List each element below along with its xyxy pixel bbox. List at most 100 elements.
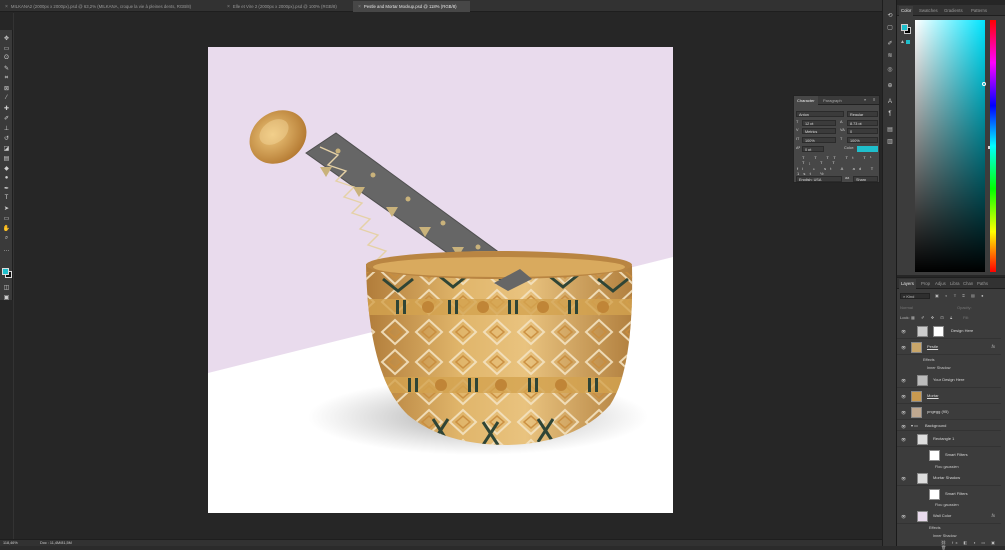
- stamp-tool-icon[interactable]: ⊥: [2, 124, 11, 132]
- marquee-tool-icon[interactable]: ▭: [2, 44, 11, 52]
- tab-pestle-mortar[interactable]: × Pestle and Mortar Mockup.psd @ 118% (RG…: [353, 1, 470, 12]
- layer-row[interactable]: 👁︎ Pestle fx: [897, 340, 1001, 355]
- tab-properties[interactable]: Prop: [919, 279, 932, 289]
- tab-character[interactable]: Character: [794, 96, 818, 105]
- close-icon[interactable]: ×: [5, 4, 8, 10]
- layer-row[interactable]: 👁︎ Your Design Here: [897, 373, 1001, 388]
- layer-row[interactable]: 👁︎ pngegg (95): [897, 405, 1001, 420]
- tab-color[interactable]: Color: [899, 6, 914, 16]
- eyedropper-icon[interactable]: ⁄: [2, 94, 11, 102]
- layer-row[interactable]: 👁︎ Mortar Shadow: [897, 471, 1001, 486]
- web-safe-swatch[interactable]: [906, 40, 910, 44]
- libraries-icon[interactable]: ▥: [886, 138, 894, 145]
- font-style-select[interactable]: Regular: [847, 111, 878, 117]
- dodge-tool-icon[interactable]: ●: [2, 174, 11, 182]
- color-mode-icon[interactable]: ▲: [900, 39, 905, 45]
- layer-filter-icons[interactable]: ▣ ◐ T ⌗ ▤ ●: [935, 293, 986, 298]
- font-size-field[interactable]: 12 pt: [802, 120, 836, 126]
- opentype-buttons[interactable]: fi ℴ st A ad T 1st ½: [797, 166, 879, 176]
- tab-paragraph[interactable]: Paragraph: [820, 96, 845, 105]
- baseline-shift-field[interactable]: 0 pt: [802, 146, 824, 152]
- foreground-color-swatch[interactable]: [2, 268, 9, 275]
- layer-row[interactable]: 👁︎ Wall Color fx: [897, 509, 1001, 524]
- visibility-eye-icon[interactable]: 👁︎: [901, 514, 906, 519]
- quick-mask-icon[interactable]: ◫: [2, 283, 11, 291]
- adjustments-icon[interactable]: ≋: [886, 52, 894, 59]
- language-select[interactable]: English: USA: [796, 176, 842, 182]
- pen-tool-icon[interactable]: ✒: [2, 184, 11, 192]
- visibility-eye-icon[interactable]: 👁︎: [901, 476, 906, 481]
- tracking-field[interactable]: 0: [847, 128, 878, 134]
- hand-tool-icon[interactable]: ✋: [2, 224, 11, 232]
- visibility-eye-icon[interactable]: 👁︎: [901, 410, 906, 415]
- crop-tool-icon[interactable]: ⌗: [2, 74, 11, 82]
- blend-mode-select[interactable]: Normal: [900, 305, 940, 310]
- navigator-icon[interactable]: ◎: [886, 66, 894, 73]
- paragraph-icon[interactable]: ¶: [886, 110, 894, 117]
- visibility-eye-icon[interactable]: 👁︎: [901, 345, 906, 350]
- properties-icon[interactable]: ▤: [886, 126, 894, 133]
- visibility-eye-icon[interactable]: 👁︎: [901, 394, 906, 399]
- close-icon[interactable]: ×: [358, 4, 361, 10]
- leading-field[interactable]: 8,73 pt: [847, 120, 878, 126]
- shape-tool-icon[interactable]: ▭: [2, 214, 11, 222]
- healing-brush-icon[interactable]: ✚: [2, 104, 11, 112]
- history-brush-icon[interactable]: ↺: [2, 134, 11, 142]
- panel-menu-icon[interactable]: ≡: [873, 97, 875, 102]
- faux-style-buttons[interactable]: T T TT Tt T¹ T₁ T T: [802, 155, 879, 165]
- history-icon[interactable]: ⟲: [886, 12, 894, 19]
- font-family-select[interactable]: Anton: [796, 111, 844, 117]
- tab-paths[interactable]: Paths: [975, 279, 990, 289]
- hue-slider-handle[interactable]: [988, 146, 990, 149]
- layer-row[interactable]: 👁︎ Design Here: [897, 324, 1001, 339]
- frame-tool-icon[interactable]: ⊠: [2, 84, 11, 92]
- visibility-eye-icon[interactable]: 👁︎: [901, 378, 906, 383]
- brush-settings-icon[interactable]: ✐: [886, 40, 894, 47]
- tab-elle-et-vire[interactable]: × Elle et Vire 2 (2000px x 2000px).psd @ …: [222, 2, 352, 11]
- text-color-swatch[interactable]: [857, 146, 878, 152]
- fx-icon[interactable]: fx: [991, 344, 995, 349]
- tab-adjustments[interactable]: Adjus: [933, 279, 948, 289]
- antialias-select[interactable]: Sharp: [853, 176, 878, 182]
- color-picker-field[interactable]: [915, 20, 986, 272]
- brush-tool-icon[interactable]: ✐: [2, 114, 11, 122]
- collapse-icon[interactable]: »: [864, 97, 866, 102]
- tab-channels[interactable]: Chan: [961, 279, 975, 289]
- zoom-tool-icon[interactable]: ⌕: [2, 234, 11, 242]
- tab-swatches[interactable]: Swatches: [917, 6, 940, 16]
- more-tools-icon[interactable]: …: [2, 246, 11, 254]
- tab-milkana[interactable]: × MILKANA2 (2000px x 2000px).psd @ 63,2% …: [0, 2, 215, 11]
- horizontal-scale-field[interactable]: 100%: [847, 137, 878, 143]
- lock-icons[interactable]: ▦ ✐ ✥ ⊡ 🔒︎: [911, 315, 955, 320]
- fx-icon[interactable]: fx: [991, 513, 995, 518]
- tab-layers[interactable]: Layers: [899, 279, 916, 289]
- character-icon[interactable]: A: [886, 98, 894, 105]
- vertical-scale-field[interactable]: 100%: [802, 137, 836, 143]
- clone-source-icon[interactable]: ⊕: [886, 82, 894, 89]
- quick-select-icon[interactable]: ✎: [2, 64, 11, 72]
- visibility-eye-icon[interactable]: 👁︎: [901, 437, 906, 442]
- smart-filter-row[interactable]: Smart Filters: [897, 487, 1001, 502]
- close-icon[interactable]: ×: [227, 4, 230, 10]
- comments-icon[interactable]: ▢: [886, 24, 894, 31]
- document-canvas[interactable]: [208, 47, 673, 513]
- layer-group-row[interactable]: 👁︎ ▾ ▭ Background: [897, 421, 1001, 431]
- color-foreground-swatch[interactable]: [901, 24, 908, 31]
- tab-libraries[interactable]: Libra: [948, 279, 962, 289]
- hue-slider[interactable]: [988, 20, 996, 272]
- layer-filter-select[interactable]: ⌕ Kind: [900, 293, 930, 299]
- path-select-icon[interactable]: ➤: [2, 204, 11, 212]
- eraser-tool-icon[interactable]: ◪: [2, 144, 11, 152]
- gradient-tool-icon[interactable]: ▤: [2, 154, 11, 162]
- lasso-tool-icon[interactable]: ʘ: [2, 54, 11, 62]
- visibility-eye-icon[interactable]: 👁︎: [901, 424, 906, 429]
- layer-row[interactable]: 👁︎ Rectangle 1: [897, 432, 1001, 447]
- tab-gradients[interactable]: Gradients: [942, 6, 965, 16]
- type-tool-icon[interactable]: T: [2, 194, 11, 202]
- screen-mode-icon[interactable]: ▣: [2, 293, 11, 301]
- layer-row[interactable]: 👁︎ Mortar: [897, 389, 1001, 404]
- picker-cursor[interactable]: [982, 82, 986, 86]
- blur-tool-icon[interactable]: ◆: [2, 164, 11, 172]
- smart-filter-row[interactable]: Smart Filters: [897, 448, 1001, 463]
- move-tool-icon[interactable]: ✥: [2, 34, 11, 42]
